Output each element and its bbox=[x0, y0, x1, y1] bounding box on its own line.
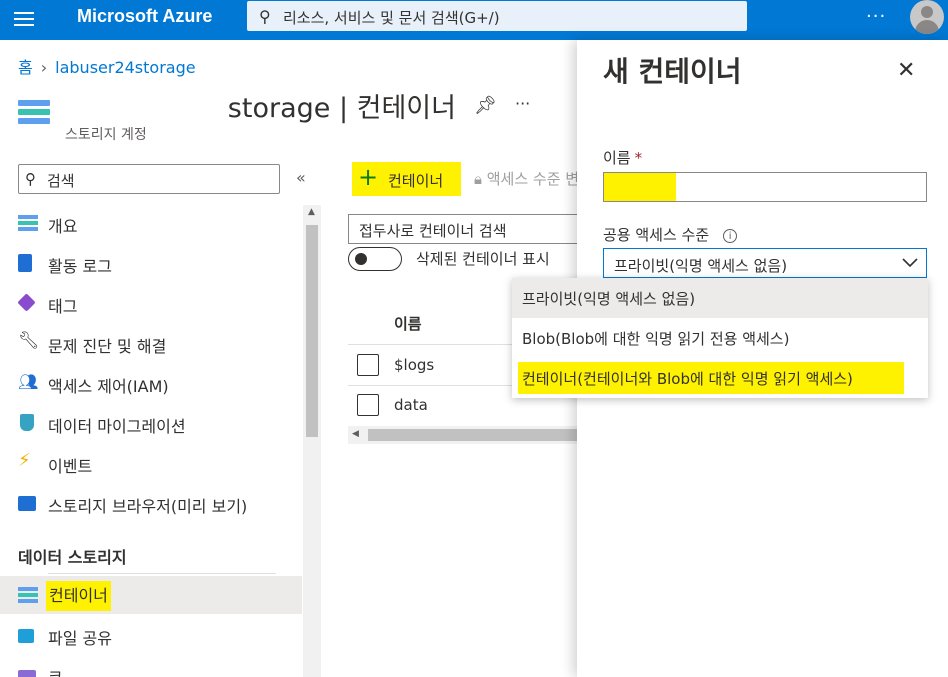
nav-item-tags[interactable]: 태그 bbox=[0, 284, 302, 322]
nav-item-overview[interactable]: 개요 bbox=[0, 204, 302, 242]
file-share-icon bbox=[18, 626, 38, 644]
nav-item-iam[interactable]: 👥︎ 액세스 제어(IAM) bbox=[0, 364, 302, 402]
table-row[interactable]: $logs bbox=[394, 356, 434, 374]
change-access-level-button[interactable]: 🔒︎ 액세스 수준 변경 bbox=[474, 168, 578, 189]
pin-icon[interactable]: 📌︎ bbox=[474, 95, 497, 116]
nav-item-file-shares[interactable]: 파일 공유 bbox=[0, 616, 302, 654]
migration-icon bbox=[18, 414, 38, 432]
section-title-data-storage: 데이터 스토리지 bbox=[18, 548, 127, 567]
hamburger-menu-icon[interactable] bbox=[12, 8, 36, 32]
top-bar: Microsoft Azure ⚲ 리소스, 서비스 및 문서 검색(G+/) … bbox=[0, 0, 948, 40]
row-checkbox[interactable] bbox=[357, 354, 379, 376]
highlight-marker bbox=[604, 173, 676, 201]
option-blob[interactable]: Blob(Blob에 대한 익명 읽기 전용 액세스) bbox=[512, 318, 928, 358]
search-icon: ⚲ bbox=[259, 7, 271, 26]
panel-title: 새 컨테이너 bbox=[603, 55, 742, 88]
activity-log-icon bbox=[18, 254, 38, 272]
scrollbar-thumb[interactable] bbox=[306, 225, 318, 437]
more-actions-icon[interactable]: ··· bbox=[515, 94, 530, 113]
avatar[interactable] bbox=[910, 0, 944, 34]
search-icon: ⚲ bbox=[25, 170, 36, 188]
close-icon[interactable]: ✕ bbox=[897, 58, 915, 83]
page-title: storage | 컨테이너 bbox=[227, 93, 456, 124]
required-marker: * bbox=[634, 149, 643, 167]
nav-item-events[interactable]: ⚡︎ 이벤트 bbox=[0, 444, 302, 482]
storage-account-icon bbox=[18, 100, 50, 128]
info-icon[interactable]: i bbox=[723, 229, 738, 243]
table-row[interactable]: data bbox=[394, 396, 428, 414]
queue-icon bbox=[18, 666, 38, 677]
breadcrumb: 홈 › labuser24storage bbox=[18, 54, 196, 78]
nav-item-containers[interactable]: 컨테이너 bbox=[0, 576, 302, 614]
brand-title[interactable]: Microsoft Azure bbox=[77, 6, 212, 27]
collapse-nav-icon[interactable]: « bbox=[296, 168, 306, 187]
show-deleted-toggle[interactable] bbox=[348, 247, 402, 271]
lightning-icon: ⚡︎ bbox=[18, 450, 31, 471]
add-container-button[interactable]: + 컨테이너 bbox=[352, 162, 461, 196]
browser-icon bbox=[18, 494, 38, 512]
divider bbox=[48, 573, 276, 574]
breadcrumb-resource[interactable]: labuser24storage bbox=[55, 58, 195, 77]
access-level-label: 공용 액세스 수준 i bbox=[603, 224, 738, 245]
nav-item-activity-log[interactable]: 활동 로그 bbox=[0, 244, 302, 282]
row-checkbox[interactable] bbox=[357, 394, 379, 416]
global-search-input[interactable]: ⚲ 리소스, 서비스 및 문서 검색(G+/) bbox=[247, 1, 747, 31]
nav-search-input[interactable]: ⚲ 검색 bbox=[18, 164, 280, 194]
access-level-dropdown: 프라이빗(익명 액세스 없음) Blob(Blob에 대한 익명 읽기 전용 액… bbox=[512, 278, 928, 398]
chevron-down-icon bbox=[902, 258, 918, 268]
plus-icon: + bbox=[358, 163, 379, 191]
option-private[interactable]: 프라이빗(익명 액세스 없음) bbox=[512, 278, 928, 318]
nav-item-data-migration[interactable]: 데이터 마이그레이션 bbox=[0, 404, 302, 442]
table-scrollbar[interactable]: ◀ bbox=[348, 426, 578, 444]
chevron-right-icon: › bbox=[40, 58, 48, 77]
scrollbar-thumb[interactable] bbox=[368, 429, 578, 441]
show-deleted-label: 삭제된 컨테이너 표시 bbox=[416, 250, 550, 268]
people-icon: 👥︎ bbox=[18, 372, 39, 391]
name-field-label: 이름 * bbox=[603, 149, 643, 167]
option-container[interactable]: 컨테이너(컨테이너와 Blob에 대한 익명 읽기 액세스) bbox=[512, 358, 928, 398]
nav-scrollbar[interactable]: ▲ bbox=[303, 205, 321, 677]
more-options-icon[interactable]: ··· bbox=[866, 6, 886, 27]
breadcrumb-home[interactable]: 홈 bbox=[18, 58, 33, 77]
container-name-input[interactable] bbox=[603, 172, 927, 202]
nav-item-diagnose[interactable]: 🔧︎ 문제 진단 및 해결 bbox=[0, 324, 302, 362]
storage-icon bbox=[18, 214, 38, 232]
container-filter-input[interactable]: 접두사로 컨테이너 검색 bbox=[348, 214, 578, 244]
page-subtitle: 스토리지 계정 bbox=[65, 127, 147, 143]
column-header-name[interactable]: 이름 bbox=[394, 313, 422, 334]
nav-item-storage-browser[interactable]: 스토리지 브라우저(미리 보기) bbox=[0, 484, 302, 522]
wrench-icon: 🔧︎ bbox=[18, 331, 40, 351]
access-level-select[interactable]: 프라이빗(익명 액세스 없음) bbox=[603, 248, 927, 278]
nav-item-queues[interactable]: 큐 bbox=[0, 656, 302, 677]
global-search-placeholder: 리소스, 서비스 및 문서 검색(G+/) bbox=[283, 9, 500, 27]
tag-icon bbox=[17, 293, 38, 312]
container-icon bbox=[18, 586, 38, 604]
scroll-up-icon[interactable]: ▲ bbox=[308, 207, 315, 217]
scroll-left-icon[interactable]: ◀ bbox=[352, 429, 359, 439]
